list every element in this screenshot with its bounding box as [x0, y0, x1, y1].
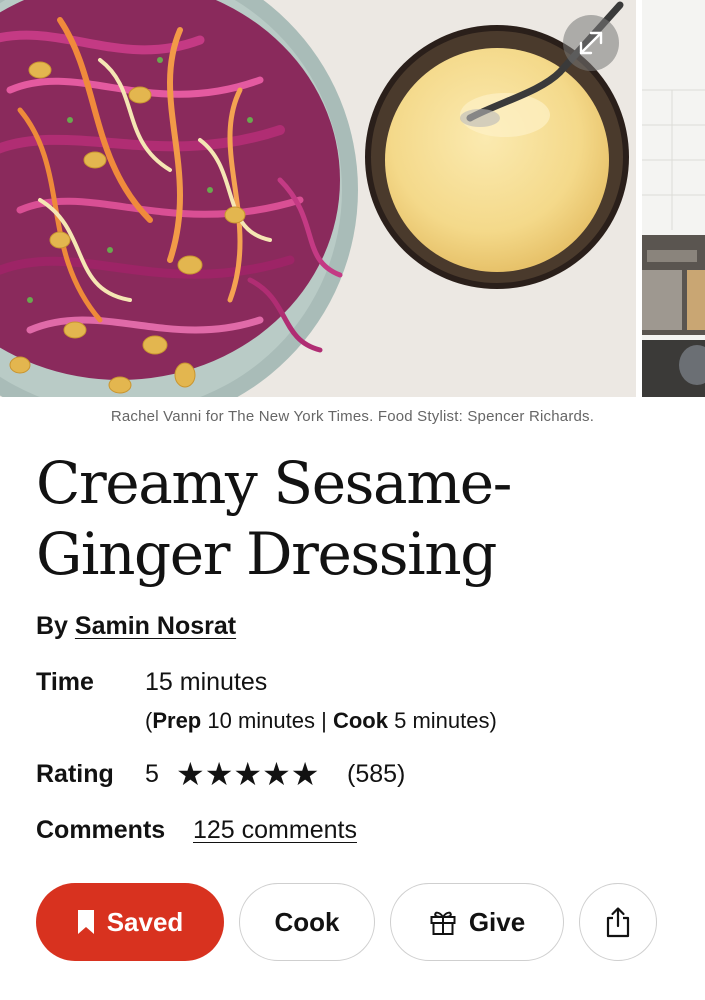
- star-icon[interactable]: ★: [233, 756, 262, 792]
- time-separator: |: [321, 708, 327, 733]
- gift-icon: [430, 911, 456, 935]
- saved-label: Saved: [106, 906, 184, 937]
- comments-label: Comments: [36, 816, 166, 844]
- rating-stars[interactable]: ★★★★★: [176, 757, 319, 791]
- star-icon[interactable]: ★: [176, 756, 205, 792]
- cook-button-label: Cook: [274, 906, 340, 937]
- time-label: Time: [36, 668, 94, 696]
- comments-link[interactable]: 125 comments: [193, 816, 357, 845]
- author-link[interactable]: Samin Nosrat: [75, 612, 236, 640]
- photo-credit: Rachel Vanni for The New York Times. Foo…: [110, 408, 595, 425]
- next-photo-preview[interactable]: [642, 0, 705, 397]
- recipe-hero: [0, 0, 705, 397]
- time-total: 15 minutes: [145, 668, 268, 696]
- cook-value: 5 minutes: [394, 708, 490, 733]
- byline: By Samin Nosrat: [36, 612, 236, 641]
- prep-value: 10 minutes: [207, 708, 315, 733]
- rating-count: (585): [347, 760, 406, 788]
- recipe-title-line-1: Creamy Sesame-: [36, 449, 512, 517]
- rating-value: 5: [145, 760, 159, 788]
- star-icon[interactable]: ★: [262, 756, 291, 792]
- give-label: Give: [468, 906, 526, 937]
- rating-label: Rating: [36, 760, 114, 788]
- saved-button[interactable]: Saved: [36, 883, 224, 961]
- time-breakdown: (Prep 10 minutes | Cook 5 minutes): [145, 708, 497, 733]
- expand-icon: [579, 31, 603, 55]
- by-label: By: [36, 612, 68, 640]
- cook-button[interactable]: Cook: [239, 883, 375, 961]
- bookmark-icon: [77, 910, 94, 934]
- star-icon[interactable]: ★: [291, 756, 320, 792]
- recipe-title-line-2: Ginger Dressing: [36, 520, 497, 588]
- recipe-title: Creamy Sesame- Ginger Dressing: [36, 448, 676, 590]
- give-button[interactable]: Give: [390, 883, 564, 961]
- prep-label: Prep: [152, 708, 202, 733]
- cook-label: Cook: [332, 708, 388, 733]
- star-icon[interactable]: ★: [205, 756, 234, 792]
- share-icon: [606, 907, 630, 938]
- share-button[interactable]: [579, 883, 657, 961]
- expand-photo-button[interactable]: [563, 15, 619, 71]
- recipe-photo[interactable]: [0, 0, 636, 397]
